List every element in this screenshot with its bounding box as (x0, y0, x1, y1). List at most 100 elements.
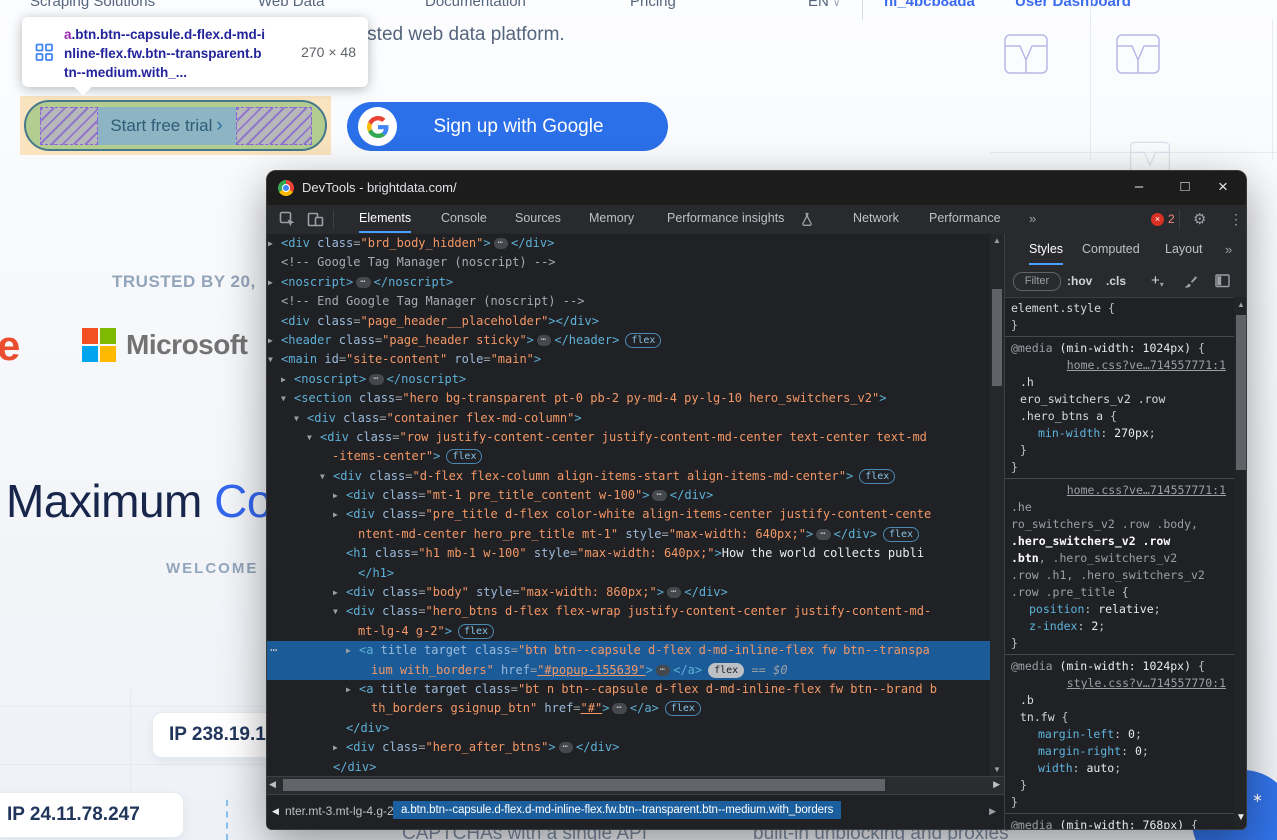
breadcrumb-scroll-right-icon[interactable]: ▶ (989, 806, 996, 817)
breadcrumb-scroll-left-icon[interactable]: ◀ (272, 806, 279, 817)
sidebar-toggle-icon[interactable] (1215, 274, 1231, 288)
style-lnk[interactable]: style.css?v…714557770:1 (1067, 676, 1226, 690)
breadcrumb-parent-item[interactable]: nter.mt-3.mt-lg-4.g-2 (285, 804, 394, 818)
dom-node-row[interactable]: ▶<div class="hero_after_btns">⋯</div> (267, 738, 990, 757)
tab-computed[interactable]: Computed (1082, 236, 1140, 263)
style-rule-line[interactable]: width: auto; (1005, 760, 1234, 777)
dom-node-row[interactable]: ▼<div class="row justify-content-center … (267, 428, 990, 447)
expand-ellipsis-icon[interactable]: ⋯ (667, 587, 681, 598)
style-rule-line[interactable]: position: relative; (1005, 601, 1234, 618)
expand-ellipsis-icon[interactable]: ⋯ (494, 238, 508, 249)
style-rule-line[interactable]: } (1005, 635, 1234, 652)
scroll-right-icon[interactable]: ▶ (993, 779, 1000, 790)
dom-node-row[interactable]: ▶<div class="pre_title d-flex color-whit… (267, 505, 990, 524)
style-rule-line[interactable]: } (1005, 442, 1234, 459)
tree-arrow-icon[interactable]: ▶ (333, 486, 346, 505)
dom-node-row[interactable]: ▶<noscript>⋯</noscript> (267, 370, 990, 389)
style-rule-line[interactable]: } (1005, 794, 1234, 811)
style-rule-line[interactable]: @media (min-width: 1024px) { (1005, 340, 1234, 357)
tree-arrow-icon[interactable]: ▼ (333, 602, 346, 621)
style-rule-line[interactable]: } (1005, 317, 1234, 334)
style-rule-line[interactable]: } (1005, 777, 1234, 794)
devtools-titlebar[interactable]: DevTools - brightdata.com/ – □ × (267, 171, 1246, 205)
tab-performance-insights[interactable]: Performance insights (667, 205, 784, 231)
expand-ellipsis-icon[interactable]: ⋯ (656, 665, 670, 676)
style-rule-line[interactable]: margin-left: 0; (1005, 726, 1234, 743)
elements-horizontal-scrollbar[interactable]: ◀ ▶ (267, 776, 1004, 794)
scroll-up-icon[interactable]: ▲ (990, 236, 1004, 245)
dom-node-row[interactable]: <h1 class="h1 mb-1 w-100" style="max-wid… (267, 544, 990, 563)
style-rule-line[interactable]: .row .pre_title { (1005, 584, 1234, 601)
dom-node-row[interactable]: ▶<header class="page_header sticky">⋯</h… (267, 331, 990, 350)
dom-node-row[interactable]: <div class="page_header__placeholder"></… (267, 312, 990, 331)
tab-sources[interactable]: Sources (515, 205, 561, 231)
dom-node-row[interactable]: ntent-md-center hero_pre_title mt-1" sty… (267, 525, 990, 544)
style-rule-line[interactable]: ero_switchers_v2 .row (1005, 391, 1234, 408)
maximize-button[interactable]: □ (1170, 171, 1200, 203)
styles-vertical-scrollbar[interactable]: ▲ ▼ (1234, 297, 1247, 829)
dom-node-row[interactable]: ▶<a title target class="bt n btn--capsul… (267, 680, 990, 699)
minimize-button[interactable]: – (1124, 171, 1154, 203)
style-rule-line[interactable]: @media (min-width: 768px) { (1005, 817, 1234, 829)
dom-node-row[interactable]: </h1> (267, 564, 990, 583)
dom-node-row[interactable]: -items-center">flex (267, 447, 990, 466)
style-lnk[interactable]: home.css?ve…714557771:1 (1067, 483, 1226, 497)
dom-node-row[interactable]: ▶<div class="body" style="max-width: 860… (267, 583, 990, 602)
scrollbar-thumb[interactable] (992, 289, 1002, 386)
expand-ellipsis-icon[interactable]: ⋯ (612, 703, 626, 714)
dom-node-row[interactable]: ▼<div class="hero_btns d-flex flex-wrap … (267, 602, 990, 621)
dom-node-row[interactable]: ▼<section class="hero bg-transparent pt-… (267, 389, 990, 408)
more-tabs-icon[interactable]: » (1029, 205, 1036, 232)
node-menu-icon[interactable]: ⋯ (270, 641, 278, 660)
tree-arrow-icon[interactable]: ▶ (268, 331, 281, 350)
nav-scraping-solutions[interactable]: Scraping Solutions (30, 0, 155, 10)
breadcrumb-selected-item[interactable]: a.btn.btn--capsule.d-flex.d-md-inline-fl… (393, 801, 841, 819)
scroll-left-icon[interactable]: ◀ (269, 779, 276, 790)
class-toggle[interactable]: .cls (1106, 266, 1126, 296)
flex-badge[interactable]: flex (458, 624, 494, 639)
tab-performance[interactable]: Performance (929, 205, 1001, 231)
tree-arrow-icon[interactable]: ▶ (333, 738, 346, 757)
style-lnk[interactable]: home.css?ve…714557771:1 (1067, 358, 1226, 372)
stylesheet-link[interactable]: home.css?ve…714557771:1 (1005, 482, 1234, 499)
language-selector[interactable]: EN ∨ (808, 0, 840, 10)
expand-ellipsis-icon[interactable]: ⋯ (559, 742, 573, 753)
tree-arrow-icon[interactable]: ▶ (346, 641, 359, 660)
new-style-rule-icon[interactable]: +▾ (1151, 266, 1164, 299)
style-rule-line[interactable]: min-width: 270px; (1005, 425, 1234, 442)
tab-elements[interactable]: Elements (359, 205, 411, 233)
flex-badge[interactable]: flex (708, 663, 744, 678)
style-rule-line[interactable]: .hero_btns a { (1005, 408, 1234, 425)
hover-state-toggle[interactable]: :hov (1067, 266, 1092, 296)
tree-arrow-icon[interactable]: ▶ (333, 583, 346, 602)
tab-console[interactable]: Console (441, 205, 487, 231)
flex-badge[interactable]: flex (883, 527, 919, 542)
stylesheet-link[interactable]: style.css?v…714557770:1 (1005, 675, 1234, 692)
style-rule-line[interactable]: tn.fw { (1005, 709, 1234, 726)
tree-arrow-icon[interactable]: ▼ (294, 409, 307, 428)
style-rule-line[interactable]: z-index: 2; (1005, 618, 1234, 635)
expand-ellipsis-icon[interactable]: ⋯ (356, 277, 370, 288)
styles-filter-input[interactable]: Filter (1013, 272, 1061, 291)
dom-node-row[interactable]: <!-- End Google Tag Manager (noscript) -… (267, 292, 990, 311)
nav-pricing[interactable]: Pricing (630, 0, 676, 10)
dom-node-row[interactable]: ▶<noscript>⋯</noscript> (267, 273, 990, 292)
dom-node-row[interactable]: </div> (267, 719, 990, 738)
close-button[interactable]: × (1208, 171, 1238, 203)
more-panels-icon[interactable]: » (1225, 236, 1232, 263)
tab-layout[interactable]: Layout (1165, 236, 1203, 263)
style-rule-line[interactable]: .btn, .hero_switchers_v2 (1005, 550, 1234, 567)
tree-arrow-icon[interactable]: ▶ (333, 505, 346, 524)
tree-arrow-icon[interactable]: ▶ (268, 273, 281, 292)
menu-dots-icon[interactable]: ⋮ (1229, 205, 1243, 234)
scrollbar-thumb[interactable] (1236, 315, 1246, 470)
expand-ellipsis-icon[interactable]: ⋯ (816, 529, 830, 540)
style-rule-line[interactable]: margin-right: 0; (1005, 743, 1234, 760)
tab-network[interactable]: Network (853, 205, 899, 231)
dom-node-row[interactable]: ium with_borders" href="#popup-155639">⋯… (267, 661, 990, 680)
scroll-down-icon[interactable]: ▼ (1234, 812, 1247, 823)
expand-ellipsis-icon[interactable]: ⋯ (652, 490, 666, 501)
tree-arrow-icon[interactable]: ▼ (307, 428, 320, 447)
tree-arrow-icon[interactable]: ▶ (281, 370, 294, 389)
expand-ellipsis-icon[interactable]: ⋯ (369, 374, 383, 385)
